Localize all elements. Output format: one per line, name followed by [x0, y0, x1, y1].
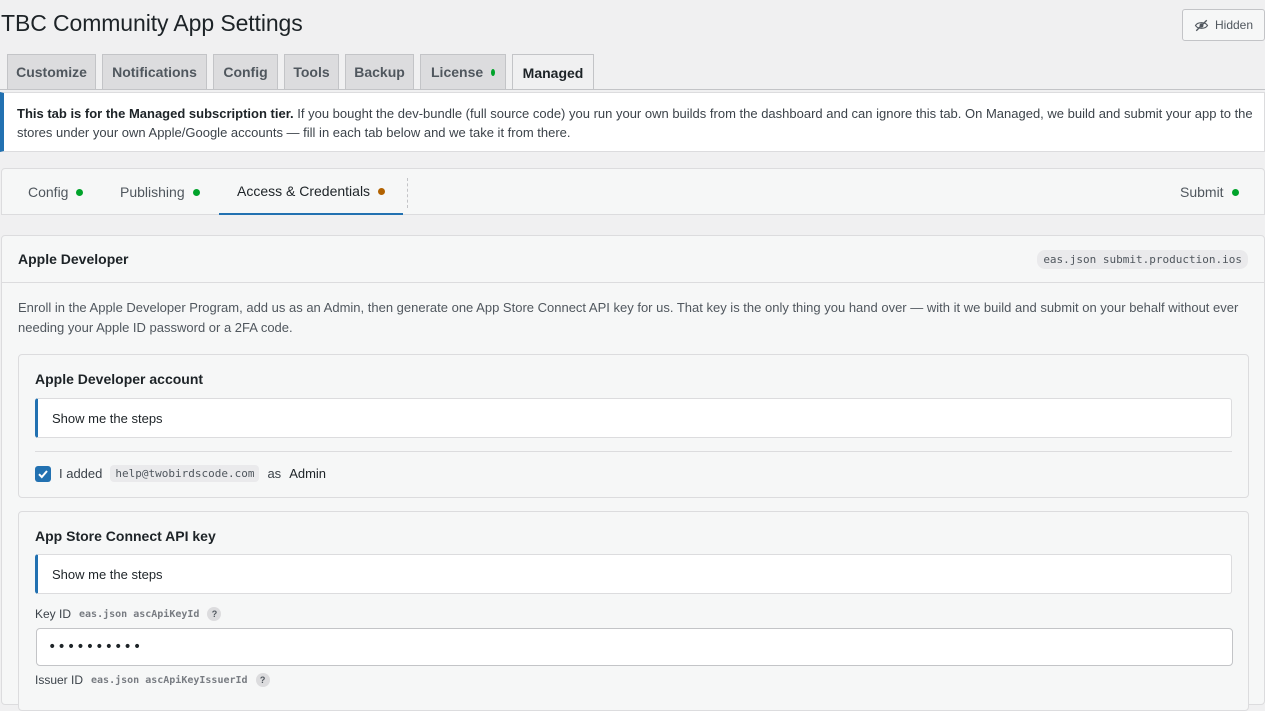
issuer-id-label: Issuer ID — [35, 673, 84, 687]
subtab-submit[interactable]: Submit — [1180, 169, 1239, 215]
page-title: TBC Community App Settings — [1, 10, 303, 36]
access-status-dot — [378, 187, 386, 195]
admin-added-row: I added help@twobirdscode.com as Admin — [35, 465, 326, 482]
issuer-id-help-icon[interactable]: ? — [255, 673, 270, 687]
asc-title: App Store Connect API key — [35, 528, 216, 544]
tab-customize[interactable]: Customize — [7, 54, 96, 89]
managed-subtabs: Config Publishing Access & Credentials S… — [1, 168, 1265, 215]
apple-config-badge: eas.json submit.production.ios — [1037, 249, 1248, 269]
key-id-input[interactable] — [36, 628, 1233, 666]
issuer-id-label-row: Issuer ID eas.json ascApiKeyIssuerId ? — [35, 673, 270, 687]
tab-managed[interactable]: Managed — [512, 54, 594, 90]
apple-card-title: Apple Developer — [18, 251, 129, 267]
apple-account-section: Apple Developer account Show me the step… — [18, 354, 1249, 498]
apple-account-divider — [35, 451, 1232, 452]
admin-added-prefix: I added — [59, 466, 103, 481]
app-store-connect-section: App Store Connect API key Show me the st… — [18, 511, 1249, 711]
managed-notice: This tab is for the Managed subscription… — [0, 92, 1265, 152]
subtab-config[interactable]: Config — [28, 169, 84, 215]
tab-tools[interactable]: Tools — [284, 54, 339, 89]
key-id-label: Key ID — [35, 607, 72, 621]
tab-backup[interactable]: Backup — [345, 54, 414, 89]
publishing-status-dot — [192, 188, 200, 196]
tab-license[interactable]: License — [420, 54, 506, 89]
key-id-help-icon[interactable]: ? — [207, 607, 222, 621]
admin-added-checkbox[interactable] — [35, 465, 51, 482]
subtab-separator — [407, 178, 408, 208]
apple-account-steps-toggle[interactable]: Show me the steps — [35, 398, 1232, 438]
tab-config[interactable]: Config — [213, 54, 278, 89]
apple-account-title: Apple Developer account — [35, 371, 204, 387]
tab-divider — [0, 89, 1265, 90]
key-id-label-row: Key ID eas.json ascApiKeyId ? — [35, 607, 222, 621]
apple-developer-card: Apple Developer eas.json submit.producti… — [1, 235, 1265, 711]
apple-card-header: Apple Developer eas.json submit.producti… — [2, 236, 1264, 283]
subtab-access-credentials[interactable]: Access & Credentials — [219, 169, 404, 215]
hidden-label: Hidden — [1214, 18, 1254, 32]
submit-status-dot — [1231, 188, 1239, 196]
subtab-publishing[interactable]: Publishing — [120, 169, 200, 215]
tab-notifications[interactable]: Notifications — [102, 54, 207, 89]
admin-added-suffix: as — [267, 466, 282, 481]
eye-slash-icon — [1194, 19, 1209, 31]
config-status-dot — [76, 188, 84, 196]
license-status-dot — [491, 68, 495, 76]
key-id-path: eas.json ascApiKeyId — [79, 608, 200, 620]
admin-email: help@twobirdscode.com — [110, 465, 260, 482]
hidden-toggle-button[interactable]: Hidden — [1182, 9, 1265, 41]
admin-role: Admin — [289, 466, 327, 481]
main-tabs: Customize Notifications Config Tools Bac… — [7, 54, 594, 90]
notice-strong: This tab is for the Managed subscription… — [17, 106, 294, 121]
checkmark-icon — [38, 469, 48, 478]
issuer-id-path: eas.json ascApiKeyIssuerId — [91, 674, 248, 686]
apple-description: Enroll in the Apple Developer Program, a… — [18, 300, 1239, 335]
asc-steps-toggle[interactable]: Show me the steps — [35, 554, 1232, 594]
